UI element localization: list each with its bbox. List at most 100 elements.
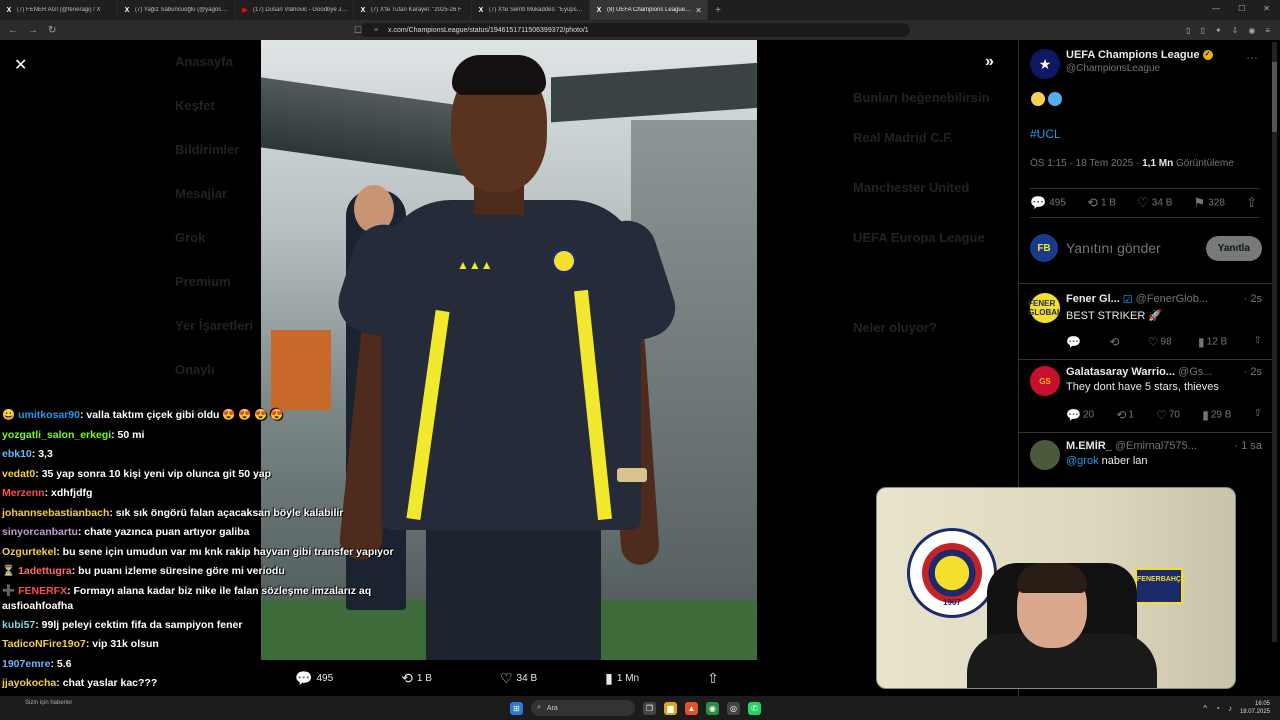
task-view-icon[interactable]: ❐ bbox=[643, 701, 656, 715]
like-button[interactable]: ♡ 70 bbox=[1156, 408, 1180, 422]
hashtag-link[interactable]: #UCL bbox=[1030, 127, 1061, 141]
system-clock[interactable]: 16:05 18.07.2025 bbox=[1240, 700, 1270, 716]
browser-tab[interactable]: X (7) X'te Tufan Karayel: "2025-26 F bbox=[354, 0, 472, 20]
reply-icon: 💬 bbox=[1066, 335, 1081, 349]
chat-username: ebk10 bbox=[2, 448, 32, 460]
retweet-button[interactable]: ⟲ 1 B bbox=[1087, 195, 1116, 211]
bookmark-button[interactable]: ⚑ 328 bbox=[1194, 195, 1225, 211]
reply-button[interactable]: Yanıtla bbox=[1205, 235, 1262, 261]
clock-time: 16:05 bbox=[1254, 701, 1270, 707]
tweet-time[interactable]: ÖS 1:15 · 18 Tem 2025 · bbox=[1030, 158, 1142, 169]
share-icon[interactable]: ⇧ bbox=[1254, 335, 1262, 349]
like-button[interactable]: ♡ 98 bbox=[1148, 335, 1172, 349]
collapse-panel-icon[interactable]: » bbox=[985, 53, 994, 71]
share-stat[interactable]: ⇧ bbox=[707, 670, 723, 687]
file-explorer-icon[interactable]: ▆ bbox=[664, 701, 677, 715]
chat-username: kubi57 bbox=[2, 618, 36, 631]
chat-username: TadicoNFire19o7 bbox=[2, 638, 86, 650]
clock-date: 18.07.2025 bbox=[1239, 709, 1270, 715]
reload-icon[interactable]: ↻ bbox=[48, 25, 56, 36]
verified-icon: ✓ bbox=[1202, 50, 1213, 61]
browser-tab[interactable]: X (7) X'te Semti Mukaddes: "Eyüpspor bbox=[472, 0, 590, 20]
tab-title: (17) Dušan Vlahović - Goodbye Juventus bbox=[253, 7, 348, 13]
reply-time[interactable]: · 2s bbox=[1244, 293, 1262, 306]
brave-icon[interactable]: ▲ bbox=[685, 701, 698, 715]
background-nav-item: Keşfet bbox=[175, 98, 215, 113]
bookmark-page-icon[interactable]: ☐ bbox=[354, 25, 362, 36]
reply-avatar[interactable] bbox=[1030, 440, 1060, 470]
retweet-button[interactable]: ⟲ bbox=[1109, 335, 1121, 349]
maximize-icon[interactable]: ☐ bbox=[1238, 4, 1245, 13]
reply-avatar[interactable]: GS bbox=[1030, 366, 1060, 396]
reply-tweet[interactable]: M.EMİR_ @Emirnal7575... · 1 sa @grok naber … bbox=[1030, 440, 1262, 470]
reply-time[interactable]: · 2s bbox=[1244, 366, 1262, 378]
browser-tab[interactable]: X (7) FENER AĞI (@feneragi) / X bbox=[0, 0, 118, 20]
tab-title: (7) Yağız Sabuncuoğlu (@yagosabuncuoglu) bbox=[135, 7, 230, 13]
tray-chevron-icon[interactable]: ^ bbox=[1203, 704, 1207, 713]
like-icon: ♡ bbox=[1137, 195, 1149, 210]
like-button[interactable]: ♡ 34 B bbox=[1137, 195, 1172, 211]
views-button[interactable]: ▮ 12 B bbox=[1198, 335, 1227, 349]
retweet-button[interactable]: ⟲ 1 bbox=[1116, 408, 1134, 422]
close-photo-icon[interactable]: ✕ bbox=[14, 55, 27, 75]
stream-chat-overlay: 😀 umitkosar90: valla taktım çiçek gibi ol… bbox=[2, 406, 422, 713]
reply-time[interactable]: · 1 sa bbox=[1234, 440, 1262, 452]
start-icon[interactable]: ⊞ bbox=[510, 701, 523, 715]
reply-mention[interactable]: @grok bbox=[1066, 455, 1099, 467]
logo-year: 1907 bbox=[943, 598, 961, 607]
chat-username: umitkosar90 bbox=[18, 409, 80, 421]
chat-username: 1adettugra bbox=[18, 565, 72, 577]
whatsapp-icon[interactable]: ✆ bbox=[748, 701, 761, 715]
scrollbar-thumb[interactable] bbox=[1272, 62, 1277, 132]
back-icon[interactable]: ← bbox=[8, 25, 18, 36]
reply-button[interactable]: 💬 20 bbox=[1066, 408, 1094, 422]
share-icon: ⇧ bbox=[707, 669, 719, 686]
forward-icon[interactable]: → bbox=[28, 25, 38, 36]
tab-close-icon[interactable]: ✕ bbox=[695, 6, 702, 15]
chat-message: johannsebastianbach: sık sık öngörü fala… bbox=[2, 504, 422, 524]
reply-button[interactable]: 💬 bbox=[1066, 335, 1083, 349]
chrome-icon[interactable]: ◉ bbox=[706, 701, 719, 715]
taskbar-search[interactable]: ⌕ Ara bbox=[531, 700, 635, 716]
download-icon[interactable]: ⇩ bbox=[1232, 26, 1239, 35]
profile-icon[interactable]: ◉ bbox=[1248, 26, 1255, 35]
chat-message: yozgatli_salon_erkegi: 50 mi bbox=[2, 426, 422, 446]
comment-button[interactable]: 💬 495 bbox=[1030, 195, 1066, 211]
site-info-icon[interactable]: ≡ bbox=[374, 27, 378, 34]
browser-tab[interactable]: ▶ (17) Dušan Vlahović - Goodbye Juventus bbox=[236, 0, 354, 20]
close-window-icon[interactable]: ✕ bbox=[1263, 4, 1270, 13]
ucl-avatar[interactable]: ★ bbox=[1030, 49, 1060, 79]
tweet-author[interactable]: ★ UEFA Champions League ✓ @ChampionsLeag… bbox=[1030, 49, 1213, 79]
stat-value: 34 B bbox=[516, 672, 538, 684]
reply-name[interactable]: Fener Gl... bbox=[1066, 293, 1120, 306]
network-icon[interactable]: ◔ bbox=[1215, 704, 1220, 713]
sidebar-icon[interactable]: ▯ bbox=[1186, 26, 1190, 35]
reply-tweet[interactable]: GS Galatasaray Warrio... @Gs... · 2s They do… bbox=[1030, 366, 1262, 422]
my-avatar[interactable]: FB bbox=[1030, 234, 1058, 262]
panel-scrollbar[interactable] bbox=[1272, 42, 1277, 642]
reply-tweet[interactable]: FENER GLOBAL Fener Gl... ☑ @FenerGlob... · 2… bbox=[1028, 293, 1262, 349]
reply-name[interactable]: M.EMİR_ bbox=[1066, 440, 1112, 452]
reply-name[interactable]: Galatasaray Warrio... bbox=[1066, 366, 1175, 378]
background-nav-item: Grok bbox=[175, 230, 206, 245]
browser-tab[interactable]: X (8) UEFA Champions League (@Ch ✕ bbox=[590, 0, 708, 20]
chat-message: jjayokocha: chat yaslar kac??? bbox=[2, 674, 422, 694]
more-options-icon[interactable]: ··· bbox=[1246, 50, 1258, 64]
views-stat[interactable]: ▮ 1 Mn bbox=[605, 670, 639, 687]
obs-icon[interactable]: ◎ bbox=[727, 701, 740, 715]
new-tab-icon[interactable]: + bbox=[708, 5, 728, 16]
reply-avatar[interactable]: FENER GLOBAL bbox=[1028, 293, 1062, 323]
minimize-icon[interactable]: — bbox=[1212, 4, 1220, 13]
views-button[interactable]: ▮ 29 B bbox=[1202, 408, 1231, 422]
like-stat[interactable]: ♡ 34 B bbox=[500, 670, 537, 687]
news-widget[interactable]: Sizin için haberler bbox=[25, 700, 72, 706]
browser-tab[interactable]: X (7) Yağız Sabuncuoğlu (@yagosabuncuoglu… bbox=[118, 0, 236, 20]
split-view-icon[interactable]: ▯ bbox=[1201, 26, 1205, 35]
extensions-icon[interactable]: ✦ bbox=[1215, 26, 1222, 35]
menu-icon[interactable]: ≡ bbox=[1265, 26, 1270, 35]
volume-icon[interactable]: ♪ bbox=[1228, 704, 1232, 713]
url-field[interactable]: ☐ ≡ x.com/ChampionsLeague/status/1946151… bbox=[354, 23, 910, 37]
reply-input[interactable]: Yanıtını gönder bbox=[1066, 240, 1206, 256]
share-icon[interactable]: ⇧ bbox=[1254, 408, 1262, 422]
share-button[interactable]: ⇧ bbox=[1246, 195, 1260, 211]
